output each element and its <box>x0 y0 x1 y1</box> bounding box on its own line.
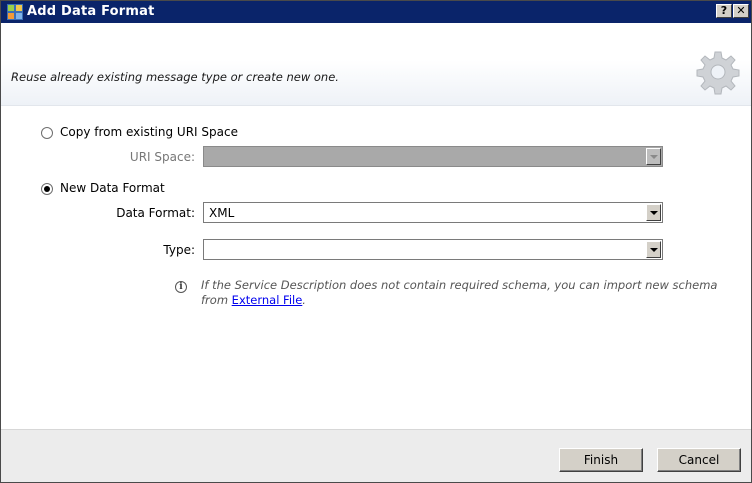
finish-button[interactable]: Finish <box>559 448 643 472</box>
cancel-button[interactable]: Cancel <box>657 448 741 472</box>
new-data-format-radio[interactable] <box>41 183 53 195</box>
copy-uri-space-radio[interactable] <box>41 127 53 139</box>
gear-icon <box>696 51 740 95</box>
info-tail: . <box>302 293 306 307</box>
add-data-format-dialog: Add Data Format ? ✕ Reuse already existi… <box>0 0 752 483</box>
app-icon <box>7 4 23 20</box>
close-button[interactable]: ✕ <box>733 4 749 18</box>
type-label: Type: <box>163 243 195 257</box>
info-icon: i <box>175 281 187 293</box>
dialog-header: Reuse already existing message type or c… <box>1 23 751 106</box>
uri-space-select[interactable] <box>203 146 663 167</box>
copy-uri-space-label[interactable]: Copy from existing URI Space <box>60 125 238 139</box>
uri-space-label: URI Space: <box>129 150 195 164</box>
type-dropdown-icon[interactable] <box>646 241 661 258</box>
data-format-select[interactable]: XML <box>203 202 663 223</box>
data-format-value: XML <box>209 206 235 220</box>
data-format-dropdown-icon[interactable] <box>646 204 661 221</box>
type-select[interactable] <box>203 239 663 260</box>
help-button[interactable]: ? <box>716 4 732 18</box>
dialog-title: Add Data Format <box>27 4 155 19</box>
info-message: If the Service Description does not cont… <box>201 278 721 308</box>
data-format-label: Data Format: <box>116 206 195 220</box>
new-data-format-label[interactable]: New Data Format <box>60 181 165 195</box>
external-file-link[interactable]: External File <box>232 293 303 307</box>
title-bar: Add Data Format ? ✕ <box>1 1 751 23</box>
header-description: Reuse already existing message type or c… <box>11 70 339 84</box>
uri-space-dropdown-icon[interactable] <box>646 148 661 165</box>
